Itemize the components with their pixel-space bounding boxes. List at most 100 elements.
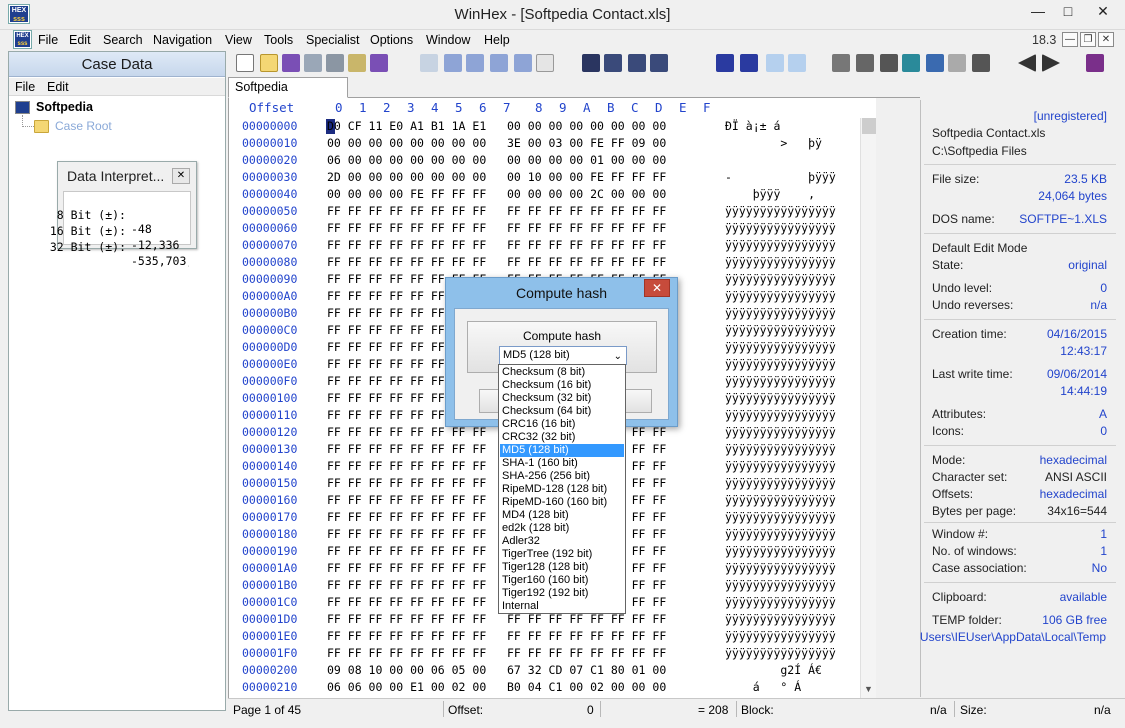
gear-icon[interactable] bbox=[972, 54, 990, 72]
menu-view[interactable]: View bbox=[225, 33, 252, 47]
row-hex-bytes[interactable]: 00 00 00 00 00 00 00 00 3E 00 03 00 FE F… bbox=[327, 136, 666, 150]
cloud-icon[interactable] bbox=[948, 54, 966, 72]
mdi-restore-icon[interactable]: ❐ bbox=[1080, 32, 1096, 47]
row-text[interactable]: ÿÿÿÿÿÿÿÿÿÿÿÿÿÿÿÿ bbox=[725, 510, 836, 524]
row-text[interactable]: ÿÿÿÿÿÿÿÿÿÿÿÿÿÿÿÿ bbox=[725, 272, 836, 286]
hash-algorithm-dropdown[interactable]: Checksum (8 bit) Checksum (16 bit) Checksu… bbox=[498, 364, 626, 614]
row-text[interactable]: ÿÿÿÿÿÿÿÿÿÿÿÿÿÿÿÿ bbox=[725, 476, 836, 490]
row-text[interactable]: ÿÿÿÿÿÿÿÿÿÿÿÿÿÿÿÿ bbox=[725, 238, 836, 252]
row-text[interactable]: ÿÿÿÿÿÿÿÿÿÿÿÿÿÿÿÿ bbox=[725, 340, 836, 354]
row-text[interactable]: ÿÿÿÿÿÿÿÿÿÿÿÿÿÿÿÿ bbox=[725, 323, 836, 337]
row-text[interactable]: ÿÿÿÿÿÿÿÿÿÿÿÿÿÿÿÿ bbox=[725, 561, 836, 575]
menu-window[interactable]: Window bbox=[426, 33, 470, 47]
menu-file[interactable]: File bbox=[38, 33, 58, 47]
mdi-close-icon[interactable]: ✕ bbox=[1098, 32, 1114, 47]
row-text[interactable]: ÿÿÿÿÿÿÿÿÿÿÿÿÿÿÿÿ bbox=[725, 255, 836, 269]
row-hex-bytes[interactable]: FF FF FF FF FF FF FF FF FF FF FF FF FF F… bbox=[327, 646, 666, 660]
document-icon[interactable]: HEX sss bbox=[14, 31, 31, 48]
replace-hex-icon[interactable] bbox=[650, 54, 668, 72]
zoom-icon[interactable] bbox=[926, 54, 944, 72]
row-text[interactable]: á ° Á bbox=[725, 680, 801, 694]
disk-icon[interactable] bbox=[832, 54, 850, 72]
open-folder-icon[interactable] bbox=[348, 54, 366, 72]
goto-end-icon[interactable] bbox=[740, 54, 758, 72]
new-file-icon[interactable] bbox=[236, 54, 254, 72]
menu-tools[interactable]: Tools bbox=[264, 33, 293, 47]
tree-root-softpedia[interactable]: Softpedia bbox=[36, 100, 93, 114]
row-text[interactable]: ÿÿÿÿÿÿÿÿÿÿÿÿÿÿÿÿ bbox=[725, 306, 836, 320]
copy-icon[interactable] bbox=[444, 54, 462, 72]
chevron-down-icon[interactable]: ⌄ bbox=[614, 348, 622, 365]
row-hex-bytes[interactable]: D0 CF 11 E0 A1 B1 1A E1 00 00 00 00 00 0… bbox=[327, 119, 666, 133]
hash-option[interactable]: Checksum (16 bit) bbox=[500, 379, 624, 392]
forward-icon[interactable] bbox=[788, 54, 806, 72]
minimize-icon[interactable]: — bbox=[1025, 1, 1051, 21]
binary-icon[interactable] bbox=[536, 54, 554, 72]
hash-option[interactable]: Checksum (32 bit) bbox=[500, 392, 624, 405]
dialog-close-icon[interactable]: ✕ bbox=[644, 279, 670, 297]
row-text[interactable]: ÿÿÿÿÿÿÿÿÿÿÿÿÿÿÿÿ bbox=[725, 221, 836, 235]
hash-option[interactable]: Adler32 bbox=[500, 535, 624, 548]
goto-offset-icon[interactable] bbox=[716, 54, 734, 72]
hash-option[interactable]: CRC16 (16 bit) bbox=[500, 418, 624, 431]
hash-option[interactable]: SHA-256 (256 bit) bbox=[500, 470, 624, 483]
previous-window-icon[interactable] bbox=[1018, 54, 1036, 72]
row-text[interactable]: ÿÿÿÿÿÿÿÿÿÿÿÿÿÿÿÿ bbox=[725, 425, 836, 439]
menu-search[interactable]: Search bbox=[103, 33, 143, 47]
find-icon[interactable] bbox=[582, 54, 600, 72]
menu-help[interactable]: Help bbox=[484, 33, 510, 47]
row-text[interactable]: ÿÿÿÿÿÿÿÿÿÿÿÿÿÿÿÿ bbox=[725, 544, 836, 558]
row-text[interactable]: ÿÿÿÿÿÿÿÿÿÿÿÿÿÿÿÿ bbox=[725, 289, 836, 303]
row-hex-bytes[interactable]: 2D 00 00 00 00 00 00 00 00 10 00 00 FE F… bbox=[327, 170, 666, 184]
row-text[interactable]: ÿÿÿÿÿÿÿÿÿÿÿÿÿÿÿÿ bbox=[725, 493, 836, 507]
hash-algorithm-select[interactable]: MD5 (128 bit) ⌄ bbox=[499, 346, 627, 365]
cut-icon[interactable] bbox=[466, 54, 484, 72]
help-book-icon[interactable] bbox=[1086, 54, 1104, 72]
row-text[interactable]: ÿÿÿÿÿÿÿÿÿÿÿÿÿÿÿÿ bbox=[725, 578, 836, 592]
menu-specialist[interactable]: Specialist bbox=[306, 33, 360, 47]
hash-option[interactable]: Internal bbox=[500, 600, 624, 613]
row-hex-bytes[interactable]: 06 06 00 00 E1 00 02 00 B0 04 C1 00 02 0… bbox=[327, 680, 666, 694]
hash-option[interactable]: TigerTree (192 bit) bbox=[500, 548, 624, 561]
replace-text-icon[interactable] bbox=[628, 54, 646, 72]
row-text[interactable]: ÿÿÿÿÿÿÿÿÿÿÿÿÿÿÿÿ bbox=[725, 374, 836, 388]
scroll-down-icon[interactable]: ▼ bbox=[864, 684, 873, 694]
save-all-icon[interactable] bbox=[370, 54, 388, 72]
row-text[interactable]: ÿÿÿÿÿÿÿÿÿÿÿÿÿÿÿÿ bbox=[725, 204, 836, 218]
row-text[interactable]: ÿÿÿÿÿÿÿÿÿÿÿÿÿÿÿÿ bbox=[725, 459, 836, 473]
hash-option[interactable]: RipeMD-128 (128 bit) bbox=[500, 483, 624, 496]
close-window-icon[interactable]: ✕ bbox=[1085, 1, 1121, 21]
row-hex-bytes[interactable]: FF FF FF FF FF FF FF FF FF FF FF FF FF F… bbox=[327, 238, 666, 252]
ram-icon[interactable] bbox=[856, 54, 874, 72]
paste-special-icon[interactable] bbox=[514, 54, 532, 72]
find-hex-icon[interactable] bbox=[604, 54, 622, 72]
row-hex-bytes[interactable]: 00 00 00 00 FE FF FF FF 00 00 00 00 2C 0… bbox=[327, 187, 666, 201]
case-menu-edit[interactable]: Edit bbox=[47, 80, 69, 94]
maximize-icon[interactable]: □ bbox=[1055, 1, 1081, 21]
hash-option[interactable]: MD5 (128 bit) bbox=[500, 444, 624, 457]
hash-option[interactable]: Tiger160 (160 bit) bbox=[500, 574, 624, 587]
row-text[interactable]: ÿÿÿÿÿÿÿÿÿÿÿÿÿÿÿÿ bbox=[725, 646, 836, 660]
row-hex-bytes[interactable]: FF FF FF FF FF FF FF FF FF FF FF FF FF F… bbox=[327, 629, 666, 643]
row-hex-bytes[interactable]: FF FF FF FF FF FF FF FF FF FF FF FF FF F… bbox=[327, 255, 666, 269]
row-text[interactable]: ÿÿÿÿÿÿÿÿÿÿÿÿÿÿÿÿ bbox=[725, 612, 836, 626]
row-text[interactable]: ÿÿÿÿÿÿÿÿÿÿÿÿÿÿÿÿ bbox=[725, 527, 836, 541]
row-text[interactable]: ÐÏ à¡± á bbox=[725, 119, 780, 133]
row-hex-bytes[interactable]: 09 08 10 00 00 06 05 00 67 32 CD 07 C1 8… bbox=[327, 663, 666, 677]
row-hex-bytes[interactable]: FF FF FF FF FF FF FF FF FF FF FF FF FF F… bbox=[327, 204, 666, 218]
menu-navigation[interactable]: Navigation bbox=[153, 33, 212, 47]
paste-icon[interactable] bbox=[490, 54, 508, 72]
row-text[interactable]: ÿÿÿÿÿÿÿÿÿÿÿÿÿÿÿÿ bbox=[725, 595, 836, 609]
back-icon[interactable] bbox=[766, 54, 784, 72]
row-text[interactable]: > þÿ bbox=[725, 136, 822, 150]
next-window-icon[interactable] bbox=[1042, 54, 1060, 72]
row-text[interactable]: ÿÿÿÿÿÿÿÿÿÿÿÿÿÿÿÿ bbox=[725, 357, 836, 371]
row-hex-bytes[interactable]: FF FF FF FF FF FF FF FF FF FF FF FF FF F… bbox=[327, 221, 666, 235]
save-icon[interactable] bbox=[282, 54, 300, 72]
row-text[interactable]: - þÿÿÿ bbox=[725, 170, 836, 184]
row-text[interactable]: ÿÿÿÿÿÿÿÿÿÿÿÿÿÿÿÿ bbox=[725, 408, 836, 422]
case-menu-file[interactable]: File bbox=[15, 80, 35, 94]
close-icon[interactable]: ✕ bbox=[172, 168, 190, 184]
hash-option[interactable]: Checksum (64 bit) bbox=[500, 405, 624, 418]
memory-icon[interactable] bbox=[880, 54, 898, 72]
